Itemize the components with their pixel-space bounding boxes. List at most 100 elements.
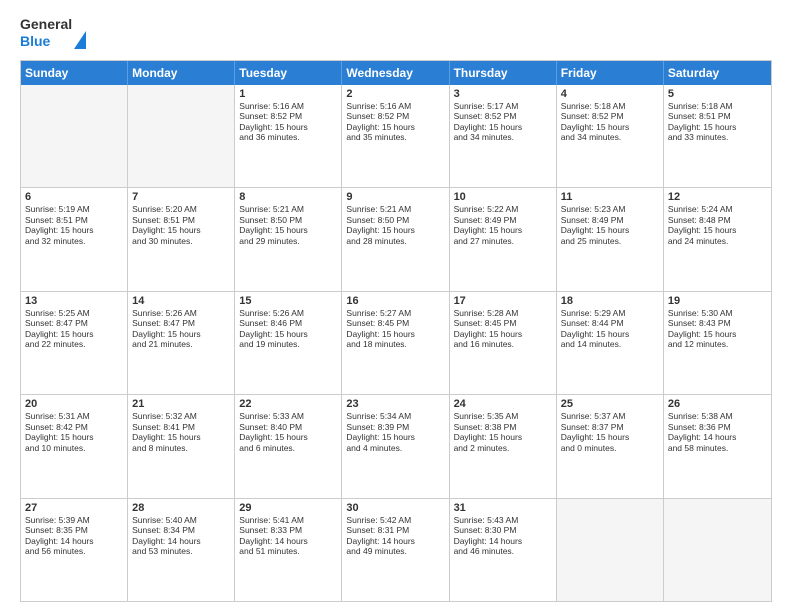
daylight-text-1: Daylight: 15 hours xyxy=(454,225,552,236)
sunrise-text: Sunrise: 5:30 AM xyxy=(668,308,767,319)
sunrise-text: Sunrise: 5:16 AM xyxy=(346,101,444,112)
sunrise-text: Sunrise: 5:21 AM xyxy=(239,204,337,215)
sunrise-text: Sunrise: 5:18 AM xyxy=(561,101,659,112)
sunrise-text: Sunrise: 5:34 AM xyxy=(346,411,444,422)
sunset-text: Sunset: 8:36 PM xyxy=(668,422,767,433)
sunset-text: Sunset: 8:52 PM xyxy=(346,111,444,122)
calendar-cell: 3Sunrise: 5:17 AMSunset: 8:52 PMDaylight… xyxy=(450,85,557,187)
daylight-text-2: and 16 minutes. xyxy=(454,339,552,350)
logo: GeneralBlue xyxy=(20,16,86,50)
sunset-text: Sunset: 8:45 PM xyxy=(454,318,552,329)
daylight-text-1: Daylight: 15 hours xyxy=(346,432,444,443)
calendar-cell: 25Sunrise: 5:37 AMSunset: 8:37 PMDayligh… xyxy=(557,395,664,497)
sunrise-text: Sunrise: 5:16 AM xyxy=(239,101,337,112)
sunrise-text: Sunrise: 5:31 AM xyxy=(25,411,123,422)
calendar-cell: 19Sunrise: 5:30 AMSunset: 8:43 PMDayligh… xyxy=(664,292,771,394)
daylight-text-1: Daylight: 15 hours xyxy=(239,225,337,236)
sunrise-text: Sunrise: 5:25 AM xyxy=(25,308,123,319)
daylight-text-2: and 53 minutes. xyxy=(132,546,230,557)
calendar-week-5: 27Sunrise: 5:39 AMSunset: 8:35 PMDayligh… xyxy=(21,499,771,601)
calendar-cell: 26Sunrise: 5:38 AMSunset: 8:36 PMDayligh… xyxy=(664,395,771,497)
sunrise-text: Sunrise: 5:18 AM xyxy=(668,101,767,112)
calendar-cell: 24Sunrise: 5:35 AMSunset: 8:38 PMDayligh… xyxy=(450,395,557,497)
sunset-text: Sunset: 8:48 PM xyxy=(668,215,767,226)
sunset-text: Sunset: 8:50 PM xyxy=(346,215,444,226)
header-day-tuesday: Tuesday xyxy=(235,61,342,85)
calendar-cell: 17Sunrise: 5:28 AMSunset: 8:45 PMDayligh… xyxy=(450,292,557,394)
daylight-text-2: and 36 minutes. xyxy=(239,132,337,143)
sunset-text: Sunset: 8:52 PM xyxy=(454,111,552,122)
calendar-cell: 22Sunrise: 5:33 AMSunset: 8:40 PMDayligh… xyxy=(235,395,342,497)
calendar-cell: 29Sunrise: 5:41 AMSunset: 8:33 PMDayligh… xyxy=(235,499,342,601)
daylight-text-1: Daylight: 15 hours xyxy=(561,329,659,340)
sunrise-text: Sunrise: 5:29 AM xyxy=(561,308,659,319)
daylight-text-2: and 14 minutes. xyxy=(561,339,659,350)
sunset-text: Sunset: 8:52 PM xyxy=(561,111,659,122)
sunset-text: Sunset: 8:45 PM xyxy=(346,318,444,329)
calendar-cell: 13Sunrise: 5:25 AMSunset: 8:47 PMDayligh… xyxy=(21,292,128,394)
sunset-text: Sunset: 8:33 PM xyxy=(239,525,337,536)
header: GeneralBlue xyxy=(20,16,772,50)
sunrise-text: Sunrise: 5:40 AM xyxy=(132,515,230,526)
calendar-cell: 7Sunrise: 5:20 AMSunset: 8:51 PMDaylight… xyxy=(128,188,235,290)
calendar-cell: 27Sunrise: 5:39 AMSunset: 8:35 PMDayligh… xyxy=(21,499,128,601)
daylight-text-2: and 12 minutes. xyxy=(668,339,767,350)
sunrise-text: Sunrise: 5:35 AM xyxy=(454,411,552,422)
daylight-text-1: Daylight: 15 hours xyxy=(25,432,123,443)
sunrise-text: Sunrise: 5:39 AM xyxy=(25,515,123,526)
calendar-cell: 20Sunrise: 5:31 AMSunset: 8:42 PMDayligh… xyxy=(21,395,128,497)
daylight-text-1: Daylight: 15 hours xyxy=(25,329,123,340)
daylight-text-2: and 34 minutes. xyxy=(561,132,659,143)
sunset-text: Sunset: 8:37 PM xyxy=(561,422,659,433)
daylight-text-1: Daylight: 15 hours xyxy=(132,225,230,236)
daylight-text-1: Daylight: 15 hours xyxy=(454,432,552,443)
day-number: 10 xyxy=(454,191,552,203)
daylight-text-1: Daylight: 15 hours xyxy=(454,329,552,340)
sunset-text: Sunset: 8:34 PM xyxy=(132,525,230,536)
daylight-text-1: Daylight: 15 hours xyxy=(346,122,444,133)
calendar-cell: 12Sunrise: 5:24 AMSunset: 8:48 PMDayligh… xyxy=(664,188,771,290)
daylight-text-1: Daylight: 15 hours xyxy=(668,122,767,133)
day-number: 20 xyxy=(25,398,123,410)
daylight-text-1: Daylight: 15 hours xyxy=(346,329,444,340)
day-number: 5 xyxy=(668,88,767,100)
header-day-friday: Friday xyxy=(557,61,664,85)
day-number: 16 xyxy=(346,295,444,307)
daylight-text-1: Daylight: 15 hours xyxy=(132,432,230,443)
day-number: 28 xyxy=(132,502,230,514)
header-day-wednesday: Wednesday xyxy=(342,61,449,85)
sunrise-text: Sunrise: 5:19 AM xyxy=(25,204,123,215)
calendar-week-3: 13Sunrise: 5:25 AMSunset: 8:47 PMDayligh… xyxy=(21,292,771,395)
calendar-cell: 18Sunrise: 5:29 AMSunset: 8:44 PMDayligh… xyxy=(557,292,664,394)
sunset-text: Sunset: 8:50 PM xyxy=(239,215,337,226)
daylight-text-2: and 56 minutes. xyxy=(25,546,123,557)
sunset-text: Sunset: 8:44 PM xyxy=(561,318,659,329)
page: GeneralBlue SundayMondayTuesdayWednesday… xyxy=(0,0,792,612)
daylight-text-1: Daylight: 14 hours xyxy=(132,536,230,547)
day-number: 26 xyxy=(668,398,767,410)
sunrise-text: Sunrise: 5:24 AM xyxy=(668,204,767,215)
sunset-text: Sunset: 8:38 PM xyxy=(454,422,552,433)
sunset-text: Sunset: 8:39 PM xyxy=(346,422,444,433)
sunset-text: Sunset: 8:47 PM xyxy=(132,318,230,329)
daylight-text-1: Daylight: 15 hours xyxy=(239,329,337,340)
calendar-cell: 30Sunrise: 5:42 AMSunset: 8:31 PMDayligh… xyxy=(342,499,449,601)
header-day-saturday: Saturday xyxy=(664,61,771,85)
daylight-text-1: Daylight: 15 hours xyxy=(668,225,767,236)
day-number: 21 xyxy=(132,398,230,410)
sunset-text: Sunset: 8:51 PM xyxy=(25,215,123,226)
daylight-text-1: Daylight: 14 hours xyxy=(454,536,552,547)
daylight-text-1: Daylight: 15 hours xyxy=(561,432,659,443)
daylight-text-1: Daylight: 15 hours xyxy=(239,122,337,133)
daylight-text-2: and 30 minutes. xyxy=(132,236,230,247)
daylight-text-2: and 0 minutes. xyxy=(561,443,659,454)
daylight-text-2: and 8 minutes. xyxy=(132,443,230,454)
sunset-text: Sunset: 8:40 PM xyxy=(239,422,337,433)
calendar-cell: 2Sunrise: 5:16 AMSunset: 8:52 PMDaylight… xyxy=(342,85,449,187)
calendar-cell: 11Sunrise: 5:23 AMSunset: 8:49 PMDayligh… xyxy=(557,188,664,290)
sunrise-text: Sunrise: 5:26 AM xyxy=(239,308,337,319)
sunset-text: Sunset: 8:46 PM xyxy=(239,318,337,329)
daylight-text-1: Daylight: 15 hours xyxy=(25,225,123,236)
sunset-text: Sunset: 8:49 PM xyxy=(454,215,552,226)
daylight-text-2: and 10 minutes. xyxy=(25,443,123,454)
